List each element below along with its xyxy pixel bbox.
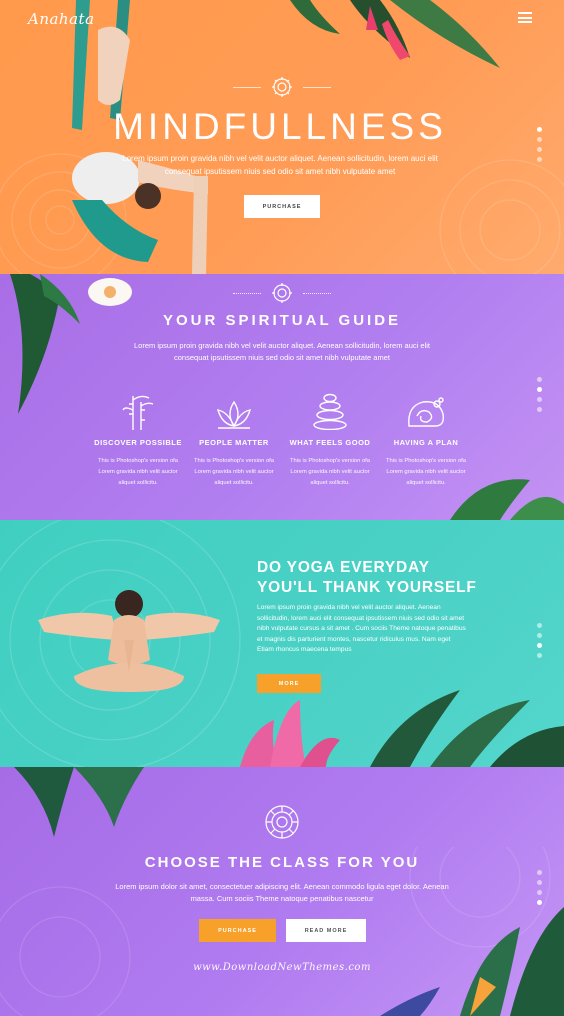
slider-dot[interactable] [537,880,542,885]
slider-dot[interactable] [537,137,542,142]
feature-name: DISCOVER POSSIBLE [94,438,182,447]
tropical-leaves [14,767,144,837]
feature-text: This is Photoshop's version ofa Lorem gr… [97,458,179,486]
mandala-icon [272,77,292,97]
slider-dot[interactable] [537,377,542,382]
hero-title: MINDFULLNESS [113,106,447,147]
feature-people-matter: PEOPLE MATTER This is Photoshop's versio… [186,392,282,489]
section-ornament [262,803,302,841]
slider-dots [537,127,542,162]
feature-what-feels-good: WHAT FEELS GOOD This is Photoshop's vers… [282,392,378,489]
title-line: YOU'LL THANK YOURSELF [257,579,477,596]
mandala-pattern [439,159,564,274]
slider-dot[interactable] [537,900,542,905]
hamburger-icon[interactable] [518,12,532,23]
slider-dots [537,870,542,905]
slider-dot[interactable] [537,643,542,648]
feature-name: PEOPLE MATTER [199,438,269,447]
slider-dot[interactable] [537,623,542,628]
feature-having-a-plan: HAVING A PLAN This is Photoshop's versio… [378,392,474,489]
section-ornament [232,282,332,304]
section-title: CHOOSE THE CLASS FOR YOU [144,854,420,871]
section-title: DO YOGA EVERYDAY YOU'LL THANK YOURSELF [257,558,477,598]
slider-dot[interactable] [537,387,542,392]
hero-section: Anahata MINDFULLNESS Lorem ipsum proin g… [0,0,564,274]
tropical-flowers [380,907,564,1016]
section-description: Lorem ipsum proin gravida nibh vel velit… [257,604,466,653]
title-line: DO YOGA EVERYDAY [257,559,430,576]
purchase-button[interactable]: PURCHASE [199,919,276,942]
feature-text: This is Photoshop's version ofa Lorem gr… [289,458,371,486]
slider-dot[interactable] [537,407,542,412]
brand-logo[interactable]: Anahata [28,10,95,28]
orchid-flower [88,278,132,306]
slider-dots [537,623,542,658]
slider-dot[interactable] [537,890,542,895]
slider-dots [537,377,542,412]
feature-name: WHAT FEELS GOOD [289,438,371,447]
mandala-icon [272,283,292,303]
section-ornament [232,76,332,98]
slider-dot[interactable] [537,653,542,658]
feature-text: This is Photoshop's version ofa Lorem gr… [385,458,467,486]
spiritual-guide-section: YOUR SPIRITUAL GUIDE Lorem ipsum proin g… [0,274,564,520]
bamboo-icon [122,395,154,430]
slider-dot[interactable] [537,397,542,402]
lotus-icon [217,400,251,429]
slider-dot[interactable] [537,633,542,638]
mandala-icon [265,805,299,839]
slider-dot[interactable] [537,870,542,875]
read-more-button[interactable]: READ MORE [286,919,366,942]
yoga-pose-photo [38,590,220,692]
stacked-stones-icon [313,393,347,430]
yoga-everyday-section: DO YOGA EVERYDAY YOU'LL THANK YOURSELF L… [0,520,564,767]
section-title: YOUR SPIRITUAL GUIDE [162,312,402,329]
watermark-text: www.DownloadNewThemes.com [193,962,371,973]
purchase-button[interactable]: PURCHASE [244,195,320,218]
feature-text: This is Photoshop's version ofa Lorem gr… [193,458,275,486]
slider-dot[interactable] [537,127,542,132]
towel-flower-icon [408,397,445,427]
feature-name: HAVING A PLAN [393,438,459,447]
section-description: Lorem ipsum proin gravida nibh vel velit… [134,341,430,362]
hero-description: Lorem ipsum proin gravida nibh vel velit… [122,154,438,176]
slider-dot[interactable] [537,157,542,162]
slider-dot[interactable] [537,147,542,152]
choose-class-section: CHOOSE THE CLASS FOR YOU Lorem ipsum dol… [0,767,564,1016]
feature-discover-possible: DISCOVER POSSIBLE This is Photoshop's ve… [90,392,186,489]
section-description: Lorem ipsum dolor sit amet, consectetuer… [115,882,449,903]
more-button[interactable]: MORE [257,674,321,693]
